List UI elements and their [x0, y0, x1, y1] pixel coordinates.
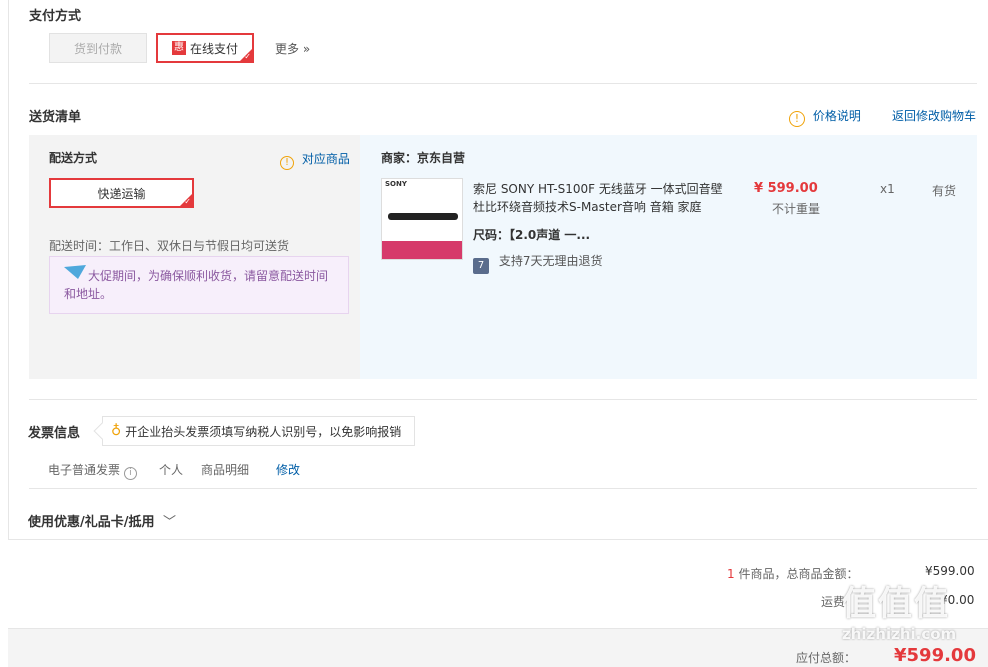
- divider: [8, 539, 988, 540]
- payment-title: 支付方式: [29, 9, 82, 24]
- matching-products-label: 对应商品: [301, 152, 350, 166]
- cash-on-delivery-button[interactable]: 货到付款: [49, 33, 147, 63]
- left-border: [8, 0, 9, 540]
- product-stock: 有货: [932, 184, 957, 198]
- edit-invoice-link[interactable]: 修改: [276, 461, 300, 478]
- invoice-title: 发票信息: [28, 426, 81, 441]
- invoice-type: 电子普通发票 i: [48, 461, 137, 480]
- invoice-type-label: 电子普通发票: [48, 463, 121, 477]
- coupon-toggle[interactable]: 使用优惠/礼品卡/抵用 ﹀: [28, 511, 176, 530]
- product-thumbnail[interactable]: SONY: [381, 178, 463, 260]
- product-quantity: x1: [880, 182, 895, 196]
- cash-on-delivery-label: 货到付款: [73, 41, 122, 56]
- online-payment-button[interactable]: 惠 在线支付 ✓: [156, 33, 254, 63]
- return-policy-label: 支持7天无理由退货: [498, 254, 603, 268]
- watermark-logo: 值值值 zhizhizhi.com: [842, 582, 982, 662]
- product-name[interactable]: 索尼 SONY HT-S100F 无线蓝牙 一体式回音壁 杜比环绕音频技术S-M…: [473, 180, 723, 216]
- watermark-glyphs: 值值值: [842, 584, 950, 624]
- promo-banner: [382, 241, 462, 259]
- megaphone-icon: [64, 265, 86, 279]
- divider: [29, 488, 977, 489]
- check-icon: ✓: [244, 52, 251, 61]
- warning-icon: !: [789, 111, 805, 127]
- seller-name: 商家：京东自营: [381, 151, 466, 165]
- info-icon: !: [280, 156, 294, 170]
- product-size: 尺码：【2.0声道 一...: [473, 228, 591, 242]
- goods-total: ¥599.00: [925, 564, 975, 578]
- coupon-title: 使用优惠/礼品卡/抵用: [28, 515, 155, 530]
- shipping-list-title: 送货清单: [29, 110, 82, 125]
- online-payment-label: 在线支付: [189, 41, 238, 56]
- invoice-holder: 个人: [159, 463, 184, 477]
- tooltip-arrow: [93, 422, 111, 440]
- matching-products-link[interactable]: ! 对应商品: [280, 150, 350, 170]
- back-to-cart-link[interactable]: 返回修改购物车: [892, 107, 976, 124]
- divider: [29, 83, 977, 84]
- lightbulb-icon: ♁: [111, 423, 122, 439]
- watermark-text: zhizhizhi.com: [842, 625, 957, 643]
- express-delivery-button[interactable]: 快递运输 ✓: [49, 178, 194, 208]
- seven-day-return-icon: 7: [473, 258, 489, 274]
- price-info-label: 价格说明: [812, 109, 861, 123]
- goods-count-label: 件商品，总商品金额：: [738, 567, 859, 581]
- check-icon: ✓: [184, 197, 191, 206]
- promo-notice-text: 大促期间，为确保顺利收货，请留意配送时间和地址。: [64, 269, 329, 301]
- promo-notice: 大促期间，为确保顺利收货，请留意配送时间和地址。: [49, 256, 349, 314]
- product-price: ¥ 599.00: [754, 181, 818, 196]
- info-icon[interactable]: i: [123, 467, 137, 480]
- delivery-method-title: 配送方式: [49, 151, 98, 165]
- invoice-tip-text: 开企业抬头发票须填写纳税人识别号，以免影响报销: [125, 424, 402, 439]
- more-payment-link[interactable]: 更多 »: [275, 40, 310, 57]
- product-weight: 不计重量: [772, 202, 821, 216]
- return-policy: 7 支持7天无理由退货: [473, 252, 602, 274]
- price-info-link[interactable]: ! 价格说明: [789, 107, 861, 127]
- invoice-content: 商品明细: [201, 463, 250, 477]
- thumb-brand: SONY: [385, 180, 407, 188]
- soundbar-image: [388, 213, 458, 220]
- divider: [29, 399, 977, 400]
- delivery-time: 配送时间：工作日、双休日与节假日均可送货: [49, 239, 290, 253]
- goods-count: 1 件商品，总商品金额：: [727, 565, 858, 582]
- goods-count-number: 1: [727, 567, 735, 581]
- express-delivery-label: 快递运输: [97, 186, 146, 201]
- invoice-tooltip: ♁ 开企业抬头发票须填写纳税人识别号，以免影响报销: [93, 416, 415, 446]
- discount-badge-icon: 惠: [171, 41, 186, 55]
- chevron-down-icon: ﹀: [163, 515, 177, 530]
